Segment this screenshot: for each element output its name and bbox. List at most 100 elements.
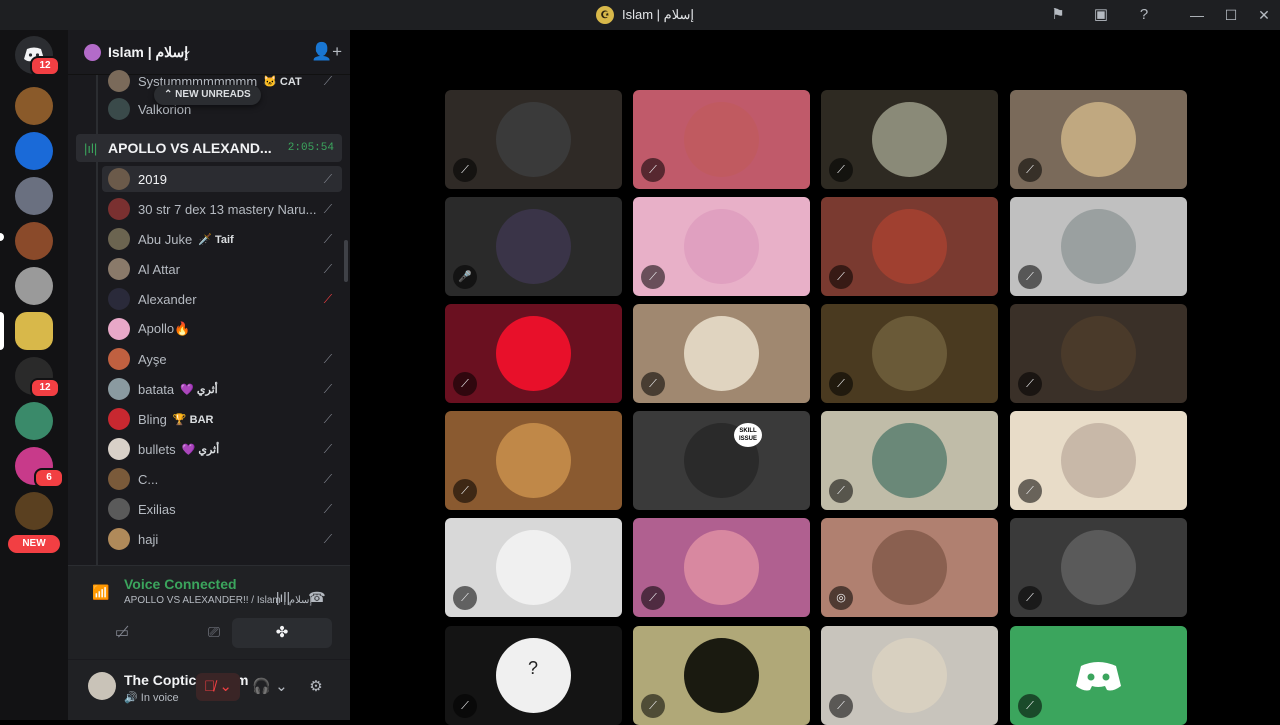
mute-button[interactable]: 🎙̸ ⌄: [196, 673, 240, 701]
participant-tile[interactable]: ⟋: [445, 518, 622, 617]
mic-muted-icon: ⟋: [323, 472, 333, 486]
participant-avatar: [872, 209, 947, 284]
discord-icon: [1061, 638, 1136, 713]
server-icon[interactable]: [15, 222, 53, 260]
member-row[interactable]: batata 💜 أثري ⟋: [102, 376, 342, 402]
participant-tile[interactable]: ⟋: [633, 518, 810, 617]
avatar: [108, 228, 130, 250]
mic-muted-icon: ⟋: [323, 442, 333, 456]
participant-tile[interactable]: ⟋: [445, 304, 622, 403]
member-row[interactable]: Exilias ⟋: [102, 496, 342, 522]
flag-icon[interactable]: ⚑: [1048, 5, 1068, 25]
member-name: Exilias: [138, 501, 176, 517]
server-icon[interactable]: [15, 267, 53, 305]
close-button[interactable]: ✕: [1252, 4, 1276, 26]
participant-tile[interactable]: ⟋: [821, 90, 998, 189]
server-icon[interactable]: [15, 87, 53, 125]
scrollbar[interactable]: [344, 240, 348, 282]
mic-muted-icon: ⟋: [829, 265, 853, 289]
participant-tile[interactable]: SKILL ISSUE: [633, 411, 810, 510]
member-row[interactable]: 30 str 7 dex 13 mastery Naru... ⟋: [102, 196, 342, 222]
participant-tile[interactable]: ⟋: [821, 197, 998, 296]
inbox-icon[interactable]: ▣: [1091, 5, 1111, 25]
participant-tile[interactable]: ⟋: [633, 626, 810, 725]
participant-tile[interactable]: ⟋: [821, 304, 998, 403]
window-title: ☪ Islam | إسلام: [596, 6, 694, 24]
member-name: batata: [138, 381, 175, 397]
mic-muted-icon: ⟋: [1018, 265, 1042, 289]
unread-pill: [0, 233, 4, 241]
avatar: [108, 528, 130, 550]
participant-tile[interactable]: ◎: [821, 518, 998, 617]
member-row[interactable]: Alexander ⟋: [102, 286, 342, 312]
avatar: [108, 288, 130, 310]
participant-avatar: [1061, 209, 1136, 284]
activities-button[interactable]: ✤: [232, 618, 332, 648]
voice-status[interactable]: Voice Connected: [124, 576, 237, 592]
server-logo-icon: ☪: [596, 6, 614, 24]
user-avatar[interactable]: [88, 672, 116, 700]
mic-muted-icon: ⟋: [641, 158, 665, 182]
member-tag: 🐱 CAT: [263, 75, 302, 88]
mic-muted-icon: ⟋: [641, 586, 665, 610]
minimize-button[interactable]: —: [1185, 4, 1209, 26]
mic-muted-icon: ⟋: [323, 74, 333, 88]
participant-tile[interactable]: ⟋: [633, 304, 810, 403]
mic-muted-icon: ⟋: [641, 694, 665, 718]
participant-tile[interactable]: ⟋: [1010, 90, 1187, 189]
voice-channel-icon: |ıl|: [84, 141, 98, 156]
participant-tile[interactable]: ⟋: [1010, 626, 1187, 725]
participant-avatar: [1061, 530, 1136, 605]
noise-suppression-icon[interactable]: |ıl|: [272, 586, 294, 608]
server-icon[interactable]: [15, 402, 53, 440]
server-icon[interactable]: [15, 492, 53, 530]
maximize-button[interactable]: ☐: [1219, 4, 1243, 26]
participant-avatar: [872, 638, 947, 713]
help-icon[interactable]: ?: [1134, 5, 1154, 25]
new-unreads-button[interactable]: ⌃ NEW UNREADS: [154, 85, 261, 105]
participant-tile[interactable]: ⟋: [1010, 197, 1187, 296]
member-row[interactable]: Al Attar ⟋: [102, 256, 342, 282]
participant-tile[interactable]: ⟋: [821, 626, 998, 725]
member-row[interactable]: Apollo🔥: [102, 316, 342, 342]
disconnect-icon[interactable]: ☎: [306, 586, 328, 608]
participant-avatar: [1061, 423, 1136, 498]
participant-tile[interactable]: ⟋: [1010, 304, 1187, 403]
channel-timer: 2:05:54: [287, 142, 334, 154]
mic-muted-icon: ⟋: [453, 694, 477, 718]
member-row[interactable]: Bling 🏆 BAR ⟋: [102, 406, 342, 432]
participant-tile[interactable]: ⟋: [445, 90, 622, 189]
camera-off-button[interactable]: ▭̸: [76, 618, 168, 648]
mic-muted-icon: ⟋: [641, 372, 665, 396]
participant-tile[interactable]: ⟋: [821, 411, 998, 510]
participant-avatar: [872, 530, 947, 605]
window-title-text: Islam | إسلام: [622, 7, 694, 22]
participant-tile[interactable]: ⟋: [1010, 411, 1187, 510]
member-row[interactable]: C... ⟋: [102, 466, 342, 492]
avatar: [108, 258, 130, 280]
participant-tile[interactable]: ⟋: [445, 411, 622, 510]
signal-icon[interactable]: 📶: [92, 584, 109, 601]
member-row[interactable]: Abu Juke 🗡️ Taif ⟋: [102, 226, 342, 252]
participant-tile[interactable]: 🎤: [445, 197, 622, 296]
participant-avatar: [872, 316, 947, 391]
invite-people-icon[interactable]: 👤+: [311, 42, 342, 62]
participant-tile[interactable]: ? ⟋: [445, 626, 622, 725]
participant-tile[interactable]: ⟋: [1010, 518, 1187, 617]
voice-channel[interactable]: |ıl| APOLLO VS ALEXAND... 2:05:54: [76, 134, 342, 162]
avatar: [108, 438, 130, 460]
headphones-button[interactable]: 🎧 ⌄: [248, 673, 292, 701]
member-row[interactable]: bullets 💜 أثري ⟋: [102, 436, 342, 462]
participant-tile[interactable]: ⟋: [633, 197, 810, 296]
member-row[interactable]: Ayşe ⟋: [102, 346, 342, 372]
server-icon-islam[interactable]: [15, 312, 53, 350]
mic-muted-icon: ⟋: [641, 265, 665, 289]
participant-tile[interactable]: ⟋: [633, 90, 810, 189]
server-icon[interactable]: [15, 177, 53, 215]
member-row[interactable]: haji ⟋: [102, 526, 342, 552]
voice-stage: ⟋ ⟋ ⟋ ⟋ 🎤 ⟋ ⟋ ⟋ ⟋ ⟋ ⟋ ⟋ ⟋ SKILL ISSUE ⟋ ⟋ ⟋ ⟋ ◎ ⟋? ⟋ ⟋ ⟋ ⟋: [352, 30, 1280, 725]
member-row[interactable]: 2019 ⟋: [102, 166, 342, 192]
server-icon[interactable]: [15, 132, 53, 170]
server-name: Islam | إسلام: [108, 44, 189, 60]
settings-gear-icon[interactable]: ⚙: [304, 673, 328, 701]
